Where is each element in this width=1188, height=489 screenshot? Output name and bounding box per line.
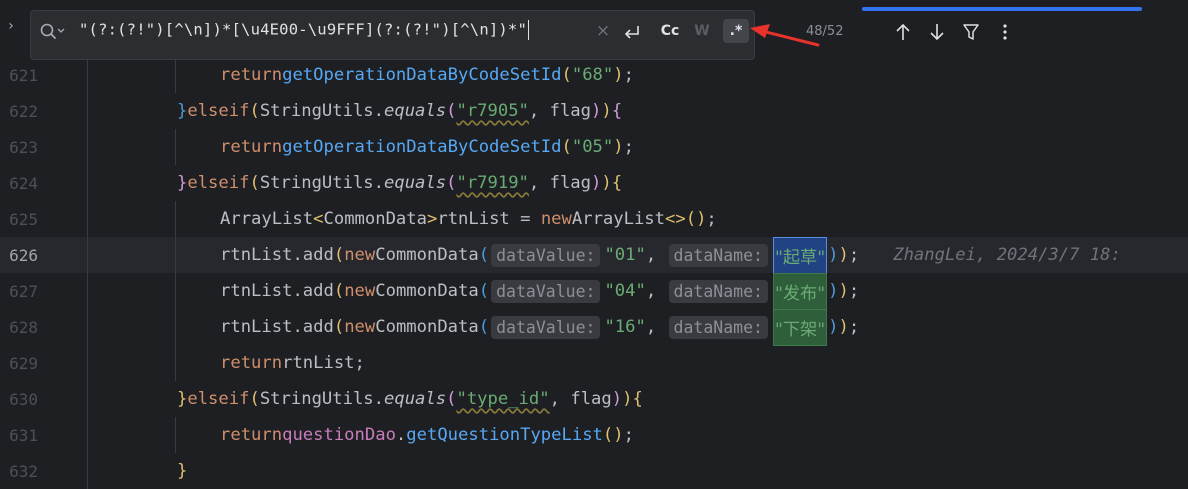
param-hint: dataValue: [491, 279, 601, 303]
code-content: } else if (StringUtils. equals("r7919", f… [177, 173, 623, 193]
search-match-selected: "起草" [772, 236, 828, 274]
filter-icon[interactable] [962, 22, 980, 42]
clear-search-button[interactable]: × [595, 19, 611, 43]
line-number: 625 [9, 209, 38, 229]
search-history-icon[interactable] [39, 22, 65, 42]
code-line-current[interactable]: 626 rtnList. add(new CommonData(dataValue… [0, 236, 1188, 274]
search-match: "下架" [772, 308, 828, 346]
indent-guide [87, 453, 88, 489]
code-line[interactable]: 624 } else if (StringUtils. equals("r7919… [0, 165, 1188, 201]
code-line[interactable]: 630 } else if (StringUtils. equals("type_… [0, 381, 1188, 417]
code-line[interactable]: 623 return getOperationDataByCodeSetId("… [0, 129, 1188, 165]
search-input[interactable]: "(?:(?!")[^\n])*[\u4E00-\u9FFF](?:(?!")[… [79, 20, 529, 44]
indent-guide [87, 129, 88, 165]
indent-guide [87, 165, 88, 201]
code-line[interactable]: 632 } [0, 453, 1188, 489]
code-content: return getOperationDataByCodeSetId("05")… [220, 137, 634, 157]
line-number: 626 [9, 245, 38, 265]
line-number: 631 [9, 425, 38, 445]
search-match: "发布" [772, 272, 828, 310]
line-number: 622 [9, 101, 38, 121]
line-number: 627 [9, 281, 38, 301]
code-line[interactable]: 627 rtnList. add(new CommonData(dataValue… [0, 272, 1188, 310]
line-number: 623 [9, 137, 38, 157]
expand-replace-chevron-icon[interactable]: › [0, 18, 22, 42]
param-hint: dataName: [668, 243, 768, 267]
match-case-toggle[interactable]: Cc [657, 19, 683, 43]
code-line[interactable]: 622 } else if (StringUtils. equals("r7905… [0, 93, 1188, 129]
indent-guide [87, 57, 88, 93]
code-line[interactable]: 629 return rtnList; [0, 345, 1188, 381]
indent-guide [175, 309, 176, 345]
line-number: 630 [9, 389, 38, 409]
code-content: } else if (StringUtils. equals("r7905", f… [177, 101, 623, 121]
param-hint: dataValue: [491, 243, 601, 267]
code-content: rtnList. add(new CommonData(dataValue: "04… [220, 272, 859, 310]
indent-guide [175, 57, 176, 93]
find-bar: "(?:(?!")[^\n])*[\u4E00-\u9FFF](?:(?!")[… [30, 10, 755, 60]
indent-guide [87, 381, 88, 417]
indent-guide [87, 273, 88, 309]
line-number: 621 [9, 65, 38, 85]
line-number: 624 [9, 173, 38, 193]
indent-guide [87, 93, 88, 129]
code-line[interactable]: 621 return getOperationDataByCodeSetId("… [0, 57, 1188, 93]
code-content: rtnList. add(new CommonData(dataValue: "01… [220, 236, 1121, 274]
next-occurrence-icon[interactable] [928, 22, 946, 42]
indent-guide [175, 237, 176, 273]
git-blame-annotation: ZhangLei, 2024/3/7 18: [893, 245, 1121, 265]
indent-guide [87, 201, 88, 237]
code-line[interactable]: 631 return questionDao. getQuestionTypeLi… [0, 417, 1188, 453]
whole-words-toggle[interactable]: W [691, 19, 713, 43]
newline-icon[interactable] [621, 21, 643, 45]
line-number: 632 [9, 461, 38, 481]
code-content: } else if (StringUtils. equals("type_id",… [177, 389, 643, 409]
param-hint: dataName: [668, 279, 768, 303]
line-number: 629 [9, 353, 38, 373]
code-content: rtnList. add(new CommonData(dataValue: "16… [220, 308, 859, 346]
indent-guide [175, 129, 176, 165]
code-content: } [177, 461, 188, 481]
code-content: ArrayList < CommonData > rtnList = new Arra… [220, 209, 717, 229]
indent-guide [87, 345, 88, 381]
indent-guide [87, 237, 88, 273]
param-hint: dataName: [668, 315, 768, 339]
indent-guide [175, 273, 176, 309]
code-editor[interactable]: 621 return getOperationDataByCodeSetId("… [0, 0, 1188, 489]
text-caret [528, 20, 529, 40]
code-line[interactable]: 625 ArrayList < CommonData > rtnList = new … [0, 201, 1188, 237]
more-options-icon[interactable] [996, 22, 1014, 42]
indent-guide [175, 201, 176, 237]
indent-guide [175, 345, 176, 381]
param-hint: dataValue: [491, 315, 601, 339]
indent-guide [87, 309, 88, 345]
code-content: return rtnList; [220, 353, 365, 373]
code-content: return questionDao. getQuestionTypeList()… [220, 425, 634, 445]
previous-occurrence-icon[interactable] [894, 22, 912, 42]
code-line[interactable]: 628 rtnList. add(new CommonData(dataValue… [0, 308, 1188, 346]
code-content: return getOperationDataByCodeSetId("68")… [220, 65, 634, 85]
line-number: 628 [9, 317, 38, 337]
regex-toggle[interactable]: .* [723, 19, 749, 43]
match-count: 48/52 [806, 24, 844, 39]
indent-guide [87, 417, 88, 453]
indent-guide [175, 417, 176, 453]
